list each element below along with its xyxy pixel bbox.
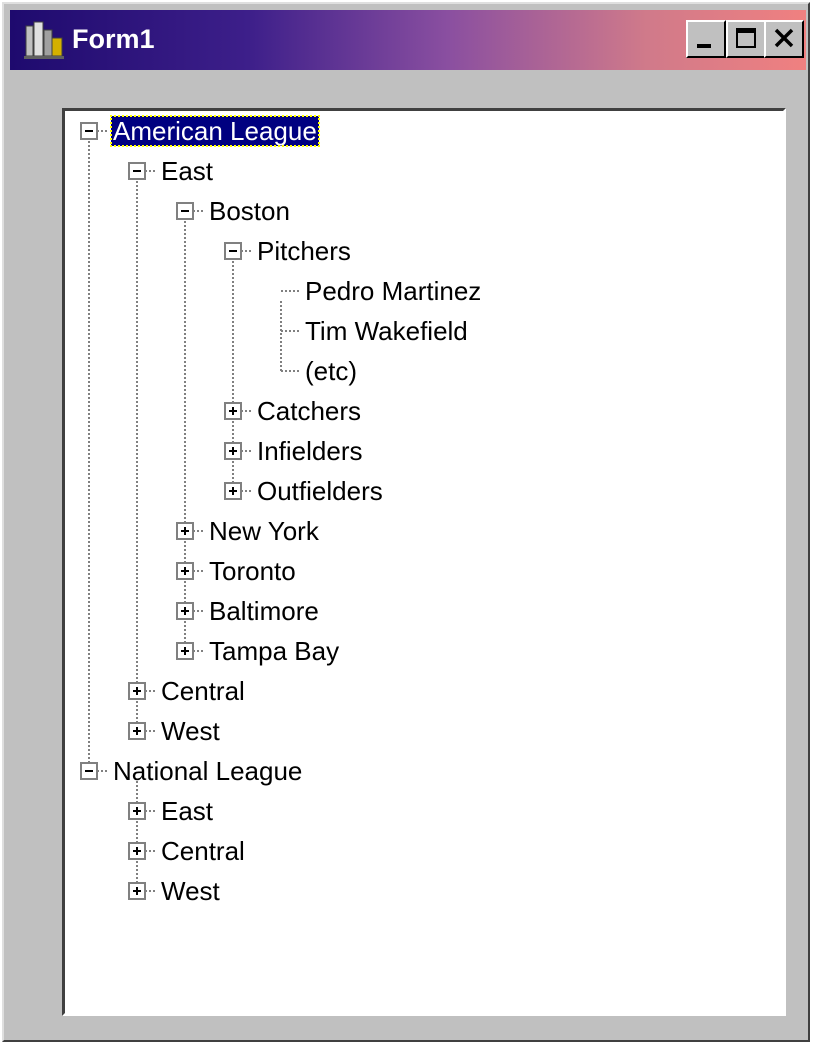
tree-node-tampa-bay[interactable]: Tampa Bay [207, 633, 341, 669]
tree-node-label: Tampa Bay [209, 636, 340, 666]
expand-toggle[interactable] [176, 522, 194, 540]
tree-node-label: Outfielders [257, 476, 383, 506]
expand-toggle[interactable] [224, 402, 242, 420]
collapse-toggle[interactable] [128, 162, 146, 180]
expand-toggle[interactable] [128, 722, 146, 740]
plus-icon [133, 887, 141, 895]
tree-node-al-central[interactable]: Central [159, 673, 247, 709]
tree-node-tim-wakefield[interactable]: Tim Wakefield [303, 313, 470, 349]
plus-icon [133, 847, 141, 855]
expand-toggle[interactable] [128, 682, 146, 700]
plus-icon [181, 607, 189, 615]
app-icon[interactable] [22, 20, 66, 60]
tree-node-new-york[interactable]: New York [207, 513, 321, 549]
tree-node-american-league[interactable]: American League [110, 113, 320, 149]
tree-node-label: Tim Wakefield [305, 316, 468, 346]
tree-node-baltimore[interactable]: Baltimore [207, 593, 321, 629]
expand-toggle[interactable] [176, 642, 194, 660]
tree-node-pitchers[interactable]: Pitchers [255, 233, 353, 269]
plus-icon [229, 407, 237, 415]
tree-node-label: (etc) [305, 356, 357, 386]
minimize-icon [697, 44, 711, 48]
tree-node-national-league[interactable]: National League [111, 753, 304, 789]
tree-node-label: Toronto [209, 556, 296, 586]
tree-node-label: East [161, 796, 214, 826]
window-title: Form1 [72, 24, 155, 54]
expand-toggle[interactable] [176, 562, 194, 580]
collapse-toggle[interactable] [80, 122, 98, 140]
tree-node-label: National League [113, 756, 303, 786]
expand-toggle[interactable] [128, 802, 146, 820]
tree-node-catchers[interactable]: Catchers [255, 393, 363, 429]
plus-icon [229, 487, 237, 495]
tree-node-toronto[interactable]: Toronto [207, 553, 298, 589]
minus-icon [85, 130, 93, 132]
plus-icon [133, 687, 141, 695]
minus-icon [181, 210, 189, 212]
tree-view[interactable]: American League East Boston Pitchers Ped… [62, 108, 786, 1016]
collapse-toggle[interactable] [176, 202, 194, 220]
tree-node-nl-central[interactable]: Central [159, 833, 247, 869]
tree-node-label: Infielders [257, 436, 363, 466]
tree-node-nl-west[interactable]: West [159, 873, 222, 909]
maximize-button[interactable] [726, 20, 766, 58]
tree-node-label: Pedro Martinez [305, 276, 482, 306]
tree-node-label: West [161, 716, 220, 746]
tree-node-al-west[interactable]: West [159, 713, 222, 749]
tree-node-boston[interactable]: Boston [207, 193, 292, 229]
close-icon [774, 28, 794, 48]
maximize-icon [736, 28, 756, 48]
tree-node-label: Central [161, 676, 245, 706]
plus-icon [181, 527, 189, 535]
plus-icon [133, 807, 141, 815]
tree-node-label: Catchers [257, 396, 362, 426]
minus-icon [85, 770, 93, 772]
minimize-button[interactable] [686, 20, 726, 58]
tree-node-etc[interactable]: (etc) [303, 353, 359, 389]
close-button[interactable] [764, 20, 804, 58]
tree-node-label: West [161, 876, 220, 906]
title-bar[interactable]: Form1 [10, 10, 806, 70]
minus-icon [133, 170, 141, 172]
tree-node-label: Boston [209, 196, 290, 226]
expand-toggle[interactable] [176, 602, 194, 620]
form1-window: Form1 American League East Boston Pitche… [2, 2, 810, 1042]
tree-node-label: Central [161, 836, 245, 866]
tree-node-nl-east[interactable]: East [159, 793, 215, 829]
tree-node-east[interactable]: East [159, 153, 215, 189]
expand-toggle[interactable] [224, 482, 242, 500]
tree-node-label: New York [209, 516, 319, 546]
expand-toggle[interactable] [128, 842, 146, 860]
tree-node-label: East [161, 156, 214, 186]
plus-icon [181, 647, 189, 655]
tree-node-label: American League [110, 115, 320, 147]
tree-node-label: Pitchers [257, 236, 351, 266]
plus-icon [181, 567, 189, 575]
tree-node-label: Baltimore [209, 596, 319, 626]
tree-node-pedro-martinez[interactable]: Pedro Martinez [303, 273, 483, 309]
collapse-toggle[interactable] [224, 242, 242, 260]
expand-toggle[interactable] [128, 882, 146, 900]
minus-icon [229, 250, 237, 252]
expand-toggle[interactable] [224, 442, 242, 460]
collapse-toggle[interactable] [80, 762, 98, 780]
plus-icon [133, 727, 141, 735]
tree-node-outfielders[interactable]: Outfielders [255, 473, 385, 509]
tree-node-infielders[interactable]: Infielders [255, 433, 365, 469]
plus-icon [229, 447, 237, 455]
